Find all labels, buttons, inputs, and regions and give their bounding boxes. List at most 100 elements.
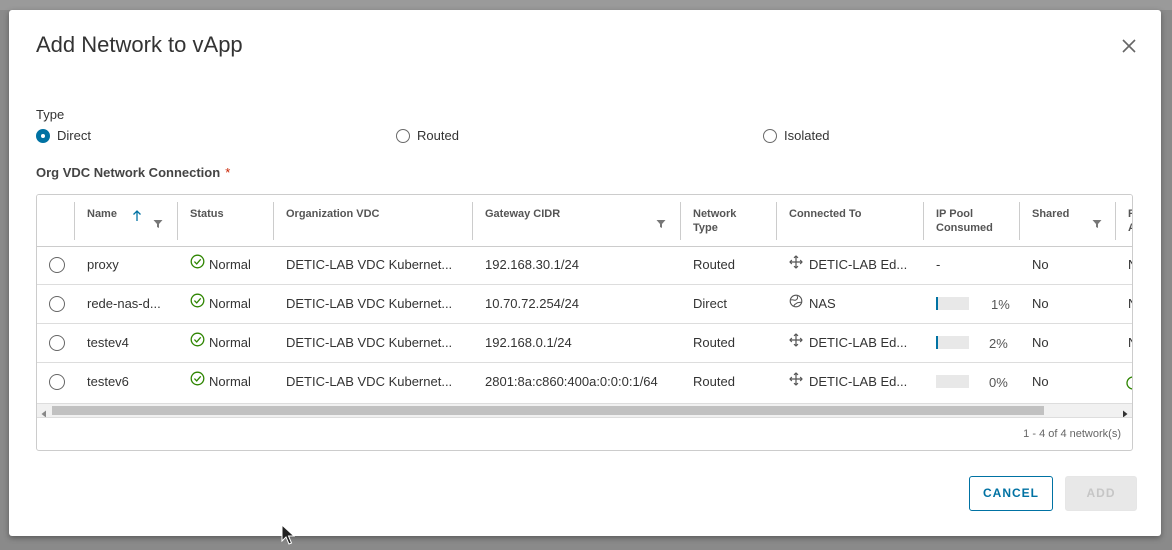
column-network-type-label-line2: Type	[693, 222, 718, 234]
network-name: testev6	[87, 374, 129, 389]
column-header-connected-to[interactable]: Connected To	[779, 195, 926, 246]
check-circle-icon	[190, 324, 205, 362]
column-header-partial[interactable]: RA	[1118, 195, 1132, 246]
edge-gateway-icon	[789, 324, 803, 362]
column-shared-label: Shared	[1032, 208, 1070, 220]
column-partial-label-line2: A	[1128, 222, 1132, 234]
connected-to: DETIC-LAB Ed...	[789, 246, 907, 284]
column-gateway-cidr-label: Gateway CIDR	[485, 208, 561, 220]
column-separator	[680, 202, 681, 240]
add-button[interactable]: ADD	[1065, 476, 1137, 511]
partial-column-value: N	[1128, 246, 1132, 284]
network-name: testev4	[87, 335, 129, 350]
org-vdc: DETIC-LAB VDC Kubernet...	[286, 257, 453, 272]
gateway-cidr: 10.70.72.254/24	[485, 296, 579, 311]
column-ip-pool-label-line2: Consumed	[936, 222, 993, 234]
column-org-vdc-label: Organization VDC	[286, 208, 380, 220]
ip-pool-bar	[936, 336, 969, 349]
table-row[interactable]: testev4 Normal DETIC-LAB VDC Kubernet...…	[37, 324, 1132, 363]
status-text: Normal	[209, 296, 251, 311]
table-row[interactable]: testev6 Normal DETIC-LAB VDC Kubernet...…	[37, 363, 1132, 402]
column-separator	[923, 202, 924, 240]
connected-to: DETIC-LAB Ed...	[789, 363, 907, 401]
column-header-ip-pool[interactable]: IP Pool Consumed	[926, 195, 1022, 246]
table-row[interactable]: proxy Normal DETIC-LAB VDC Kubernet... 1…	[37, 246, 1132, 285]
status-text: Normal	[209, 335, 251, 350]
isolated-radio[interactable]	[763, 128, 777, 143]
network-type: Routed	[693, 257, 735, 272]
shared: No	[1032, 335, 1049, 350]
cancel-button[interactable]: CANCEL	[969, 476, 1053, 511]
network-name: rede-nas-d...	[87, 296, 161, 311]
column-header-gateway-cidr[interactable]: Gateway CIDR	[475, 195, 683, 246]
column-network-type-label-line1: Network	[693, 208, 737, 220]
partial-column-value: N	[1128, 324, 1132, 362]
ip-pool-consumed: -	[936, 257, 941, 272]
gateway-cidr: 192.168.30.1/24	[485, 257, 579, 272]
networks-datagrid: Name Status Organization VDC Gateway CID…	[36, 194, 1133, 451]
org-vdc-network-connection-label: Org VDC Network Connection *	[36, 165, 230, 180]
column-separator	[776, 202, 777, 240]
table-row[interactable]: rede-nas-d... Normal DETIC-LAB VDC Kuber…	[37, 285, 1132, 324]
column-header-org-vdc[interactable]: Organization VDC	[276, 195, 475, 246]
ip-pool-percent: 1%	[991, 297, 1010, 312]
column-header-network-type[interactable]: Network Type	[683, 195, 779, 246]
scrollbar-thumb[interactable]	[52, 406, 1044, 415]
column-header-shared[interactable]: Shared	[1022, 195, 1118, 246]
pagination-summary: 1 - 4 of 4 network(s)	[1023, 428, 1121, 440]
mouse-cursor-icon	[281, 523, 296, 550]
shared-filter-icon[interactable]	[1092, 216, 1102, 228]
type-option-routed[interactable]: Routed	[396, 128, 459, 143]
direct-radio[interactable]	[36, 128, 50, 143]
dialog-title: Add Network to vApp	[36, 32, 243, 57]
close-icon[interactable]	[1121, 38, 1137, 54]
column-name-label: Name	[87, 208, 117, 220]
row-select-radio[interactable]	[49, 296, 65, 312]
horizontal-scrollbar[interactable]	[37, 403, 1132, 418]
gateway-cidr: 2801:8a:c860:400a:0:0:0:1/64	[485, 374, 658, 389]
column-separator	[1115, 202, 1116, 240]
org-vdc: DETIC-LAB VDC Kubernet...	[286, 335, 453, 350]
section-label-text: Org VDC Network Connection	[36, 165, 221, 180]
connected-to-text: DETIC-LAB Ed...	[809, 335, 908, 350]
scroll-right-icon[interactable]	[1120, 406, 1130, 418]
network-type: Direct	[693, 296, 727, 311]
sort-ascending-icon[interactable]	[132, 209, 142, 221]
routed-radio[interactable]	[396, 128, 410, 143]
edge-gateway-icon	[789, 246, 803, 284]
shared: No	[1032, 296, 1049, 311]
required-asterisk: *	[225, 165, 231, 180]
routed-label: Routed	[417, 128, 459, 143]
ip-pool-bar	[936, 297, 969, 310]
ip-pool-percent: 0%	[989, 375, 1008, 390]
row-select-radio[interactable]	[49, 374, 65, 390]
shared: No	[1032, 374, 1049, 389]
name-filter-icon[interactable]	[153, 216, 163, 228]
partial-column-value: N	[1128, 285, 1132, 323]
column-partial-label-line1: R	[1128, 208, 1132, 220]
shared: No	[1032, 257, 1049, 272]
column-header-status[interactable]: Status	[180, 195, 276, 246]
row-select-radio[interactable]	[49, 257, 65, 273]
column-ip-pool-label-line1: IP Pool	[936, 208, 974, 220]
network-type: Routed	[693, 335, 735, 350]
status-cell: Normal	[190, 285, 251, 323]
connected-to: NAS	[789, 285, 836, 323]
status-text: Normal	[209, 374, 251, 389]
gateway-cidr-filter-icon[interactable]	[656, 216, 666, 228]
network-type: Routed	[693, 374, 735, 389]
ip-pool-bar	[936, 375, 969, 388]
ip-pool-percent: 2%	[989, 336, 1008, 351]
status-cell: Normal	[190, 246, 251, 284]
row-select-radio[interactable]	[49, 335, 65, 351]
connected-to: DETIC-LAB Ed...	[789, 324, 907, 362]
datagrid-body: Name Status Organization VDC Gateway CID…	[37, 195, 1132, 403]
type-option-isolated[interactable]: Isolated	[763, 128, 830, 143]
isolated-label: Isolated	[784, 128, 830, 143]
type-option-direct[interactable]: Direct	[36, 128, 91, 143]
column-separator	[472, 202, 473, 240]
column-separator	[273, 202, 274, 240]
status-cell: Normal	[190, 324, 251, 362]
check-circle-icon	[190, 285, 205, 323]
scroll-left-icon[interactable]	[39, 406, 49, 418]
